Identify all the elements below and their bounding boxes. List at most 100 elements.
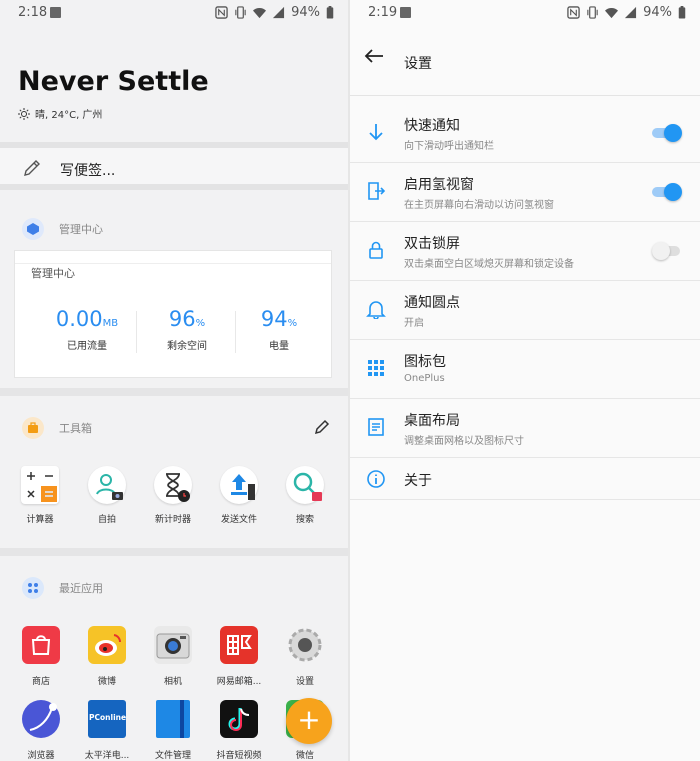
app-browser[interactable]: 浏览器	[9, 700, 73, 761]
setting-row-about[interactable]: 关于	[350, 458, 700, 500]
camera-icon	[154, 626, 192, 664]
app-store[interactable]: 商店	[9, 626, 73, 687]
setting-row-notification-dots[interactable]: 通知圆点 开启	[350, 281, 700, 340]
setting-title: 桌面布局	[404, 413, 460, 429]
image-notification-icon	[50, 7, 61, 18]
setting-title: 关于	[404, 473, 432, 489]
card-title: 管理中心	[31, 267, 75, 280]
app-settings[interactable]: 设置	[273, 626, 337, 687]
app-label: 抖音短视频	[216, 751, 262, 761]
douyin-icon	[220, 700, 258, 738]
stat-value: 0.00	[55, 307, 103, 331]
mail-icon	[220, 626, 258, 664]
toolbox-section-header: 工具箱	[22, 417, 92, 439]
vibrate-icon	[235, 6, 246, 19]
double-tap-lock-toggle[interactable]	[652, 242, 682, 260]
stat-battery: 94% 电量	[229, 307, 329, 352]
setting-title: 双击锁屏	[404, 236, 460, 252]
app-label: 微博	[97, 677, 116, 687]
weibo-icon	[88, 626, 126, 664]
grid-icon	[368, 360, 384, 376]
stat-unit: %	[195, 318, 206, 329]
app-file-manager[interactable]: 文件管理	[141, 700, 205, 761]
sun-icon	[18, 107, 30, 120]
app-pconline[interactable]: PConline 太平洋电...	[75, 700, 139, 761]
browser-icon	[22, 700, 60, 738]
setting-subtitle: OnePlus	[404, 373, 445, 384]
tool-label: 计算器	[26, 515, 54, 525]
tool-timer[interactable]: 新计时器	[145, 466, 201, 525]
nfc-icon	[215, 6, 228, 19]
tool-selfie[interactable]: 自拍	[79, 466, 135, 525]
setting-title: 快速通知	[404, 118, 460, 134]
app-label: 网易邮箱...	[216, 677, 262, 687]
tool-search[interactable]: 搜索	[277, 466, 333, 525]
info-icon	[367, 470, 385, 488]
management-section-title: 管理中心	[59, 223, 103, 236]
setting-row-icon-pack[interactable]: 图标包 OnePlus	[350, 340, 700, 399]
card-top-divider	[15, 263, 331, 264]
setting-row-quick-notification[interactable]: 快速通知 向下滑动呼出通知栏	[350, 104, 700, 163]
battery-percent: 94%	[643, 5, 672, 20]
send-file-icon	[220, 466, 258, 504]
app-label: 微信	[295, 751, 314, 761]
toolbox-section-title: 工具箱	[59, 422, 92, 435]
tool-label: 搜索	[295, 515, 314, 525]
stat-storage: 96% 剩余空间	[137, 307, 237, 352]
setting-row-shelf[interactable]: 启用氢视窗 在主页屏幕向右滑动以访问氢视窗	[350, 163, 700, 222]
app-weibo[interactable]: 微博	[75, 626, 139, 687]
app-label: 相机	[163, 677, 182, 687]
weather-text: 晴, 24°C, 广州	[35, 110, 103, 121]
calculator-icon	[21, 466, 59, 504]
stat-label: 已用流量	[67, 341, 107, 352]
stat-label: 电量	[269, 341, 289, 352]
battery-icon	[678, 6, 686, 19]
status-bar: 2:19 94%	[350, 0, 700, 26]
setting-subtitle: 调整桌面网格以及图标尺寸	[404, 436, 524, 447]
status-time: 2:18	[18, 5, 48, 20]
bell-icon	[366, 301, 386, 319]
setting-subtitle: 开启	[404, 318, 424, 329]
app-douyin[interactable]: 抖音短视频	[207, 700, 271, 761]
lock-icon	[369, 241, 383, 259]
settings-screen: 2:19 94% 设置 快速通知 向下滑动呼出通知栏 启用氢视窗 在主页屏幕向右…	[350, 0, 700, 761]
quick-notification-toggle[interactable]	[652, 124, 682, 142]
settings-header: 设置	[350, 26, 700, 96]
nfc-icon	[567, 6, 580, 19]
settings-gear-icon	[286, 626, 324, 664]
tool-send-file[interactable]: 发送文件	[211, 466, 267, 525]
wifi-icon	[605, 7, 619, 19]
section-divider	[0, 388, 348, 396]
app-label: 商店	[31, 677, 50, 687]
edit-toolbox-pencil-icon[interactable]	[313, 418, 331, 436]
status-bar: 2:18 94%	[0, 0, 348, 26]
app-camera[interactable]: 相机	[141, 626, 205, 687]
tool-label: 自拍	[97, 515, 116, 525]
tool-label: 发送文件	[220, 515, 257, 525]
write-note-label: 写便签...	[60, 163, 116, 179]
search-icon	[286, 466, 324, 504]
tool-calculator[interactable]: 计算器	[12, 466, 68, 525]
setting-row-double-tap-lock[interactable]: 双击锁屏 双击桌面空白区域熄灭屏幕和锁定设备	[350, 222, 700, 281]
app-label: 太平洋电...	[84, 751, 130, 761]
weather-info: 晴, 24°C, 广州	[18, 106, 102, 121]
shelf-toggle[interactable]	[652, 183, 682, 201]
app-label: 浏览器	[27, 751, 55, 761]
setting-row-home-layout[interactable]: 桌面布局 调整桌面网格以及图标尺寸	[350, 399, 700, 458]
setting-subtitle: 双击桌面空白区域熄灭屏幕和锁定设备	[404, 259, 574, 270]
back-arrow-icon[interactable]	[364, 48, 384, 64]
write-note-button[interactable]: 写便签...	[0, 142, 348, 190]
app-netease-mail[interactable]: 网易邮箱...	[207, 626, 271, 687]
stat-data-usage: 0.00MB 已用流量	[37, 307, 137, 352]
selfie-icon	[88, 466, 126, 504]
toolbox-icon	[22, 417, 44, 439]
add-fab-button[interactable]: +	[286, 698, 332, 744]
recent-apps-icon	[22, 577, 44, 599]
management-card[interactable]: 管理中心 0.00MB 已用流量 96% 剩余空间 94% 电量	[14, 250, 332, 378]
signal-icon	[273, 6, 285, 19]
stat-unit: %	[287, 318, 298, 329]
setting-title: 启用氢视窗	[404, 177, 474, 193]
stat-label: 剩余空间	[167, 341, 207, 352]
recent-section-title: 最近应用	[59, 582, 103, 595]
pencil-icon	[24, 160, 40, 176]
